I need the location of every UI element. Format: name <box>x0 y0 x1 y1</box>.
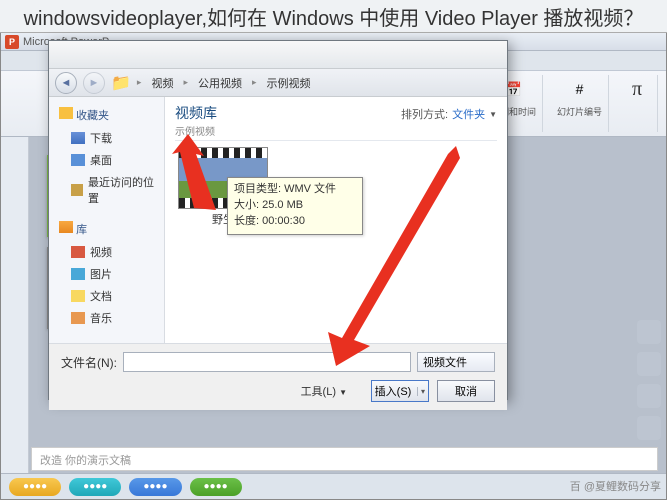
tray-icon-4[interactable] <box>637 416 661 440</box>
documents-icon <box>71 290 85 302</box>
pi-icon: π <box>623 75 651 103</box>
sidebar-video[interactable]: 视频 <box>49 241 164 263</box>
dialog-footer: 文件名(N): 视频文件 工具(L) ▼ 插入(S) 取消 <box>49 343 507 410</box>
sort-value[interactable]: 文件夹 <box>452 106 485 122</box>
filename-input[interactable] <box>123 352 411 372</box>
library-subtitle: 示例视频 <box>175 123 217 138</box>
sidebar-music[interactable]: 音乐 <box>49 307 164 329</box>
tools-dropdown[interactable]: 工具(L) ▼ <box>301 383 347 399</box>
sidebar-favorites[interactable]: 收藏夹 <box>49 103 164 127</box>
crumb-sep: ▸ <box>137 77 142 88</box>
file-tooltip: 项目类型: WMV 文件 大小: 25.0 MB 长度: 00:00:30 <box>227 177 363 235</box>
notes-pane[interactable]: 改造 你的演示文稿 <box>31 447 658 471</box>
status-pill-1[interactable]: ●●●● <box>9 478 61 496</box>
sidebar-recent[interactable]: 最近访问的位置 <box>49 171 164 209</box>
sidebar-pictures[interactable]: 图片 <box>49 263 164 285</box>
chevron-down-icon: ▼ <box>489 110 497 119</box>
folder-icon: 📁 <box>111 73 131 93</box>
recent-icon <box>71 184 83 196</box>
crumb-1[interactable]: 视频 <box>147 75 177 91</box>
powerpoint-icon: P <box>5 35 19 49</box>
nav-back-button[interactable]: ◄ <box>55 72 77 94</box>
status-pill-3[interactable]: ●●●● <box>129 478 181 496</box>
desktop-icon <box>71 154 85 166</box>
status-bar: ●●●● ●●●● ●●●● ●●●● <box>1 473 666 499</box>
insert-button[interactable]: 插入(S) <box>371 380 429 402</box>
pictures-icon <box>71 268 85 280</box>
right-tray-icons <box>637 320 661 440</box>
video-icon <box>71 246 85 258</box>
sort-control[interactable]: 排列方式: 文件夹 ▼ <box>401 106 497 122</box>
sidebar-libraries[interactable]: 库 <box>49 217 164 241</box>
tray-icon-2[interactable] <box>637 352 661 376</box>
article-title: windowsvideoplayer,如何在 Windows 中使用 Video… <box>0 0 667 33</box>
dialog-file-area: 视频库 示例视频 排列方式: 文件夹 ▼ 野生 项目类型: WMV 文件 大小:… <box>165 97 507 343</box>
star-icon <box>59 107 73 119</box>
library-title: 视频库 <box>175 103 217 123</box>
ribbon-group-slidenum[interactable]: # 幻灯片编号 <box>551 75 609 132</box>
crumb-2[interactable]: 公用视频 <box>194 75 246 91</box>
slidenum-icon: # <box>565 75 593 103</box>
crumb-sep: ▸ <box>183 77 188 88</box>
sidebar-desktop[interactable]: 桌面 <box>49 149 164 171</box>
watermark: 百 @夏鲤数码分享 <box>570 478 661 494</box>
tray-icon-1[interactable] <box>637 320 661 344</box>
chevron-down-icon: ▼ <box>339 388 347 397</box>
sidebar-documents[interactable]: 文档 <box>49 285 164 307</box>
slide-panel-collapsed[interactable] <box>1 137 29 477</box>
filename-label: 文件名(N): <box>61 354 117 371</box>
status-pill-4[interactable]: ●●●● <box>190 478 242 496</box>
cancel-button[interactable]: 取消 <box>437 380 495 402</box>
ribbon-group-symbol[interactable]: π <box>617 75 658 132</box>
filetype-filter[interactable]: 视频文件 <box>417 352 495 372</box>
download-icon <box>71 132 85 144</box>
status-pill-2[interactable]: ●●●● <box>69 478 121 496</box>
insert-video-dialog: ◄ ► 📁 ▸ 视频 ▸ 公用视频 ▸ 示例视频 收藏夹 下载 桌面 最近访问的… <box>48 40 508 400</box>
dialog-nav-bar: ◄ ► 📁 ▸ 视频 ▸ 公用视频 ▸ 示例视频 <box>49 69 507 97</box>
crumb-sep: ▸ <box>252 77 257 88</box>
dialog-title-bar <box>49 41 507 69</box>
library-icon <box>59 221 73 233</box>
music-icon <box>71 312 85 324</box>
sidebar-downloads[interactable]: 下载 <box>49 127 164 149</box>
crumb-3[interactable]: 示例视频 <box>263 75 315 91</box>
tray-icon-3[interactable] <box>637 384 661 408</box>
nav-fwd-button[interactable]: ► <box>83 72 105 94</box>
dialog-sidebar: 收藏夹 下载 桌面 最近访问的位置 库 视频 图片 文档 音乐 <box>49 97 165 343</box>
